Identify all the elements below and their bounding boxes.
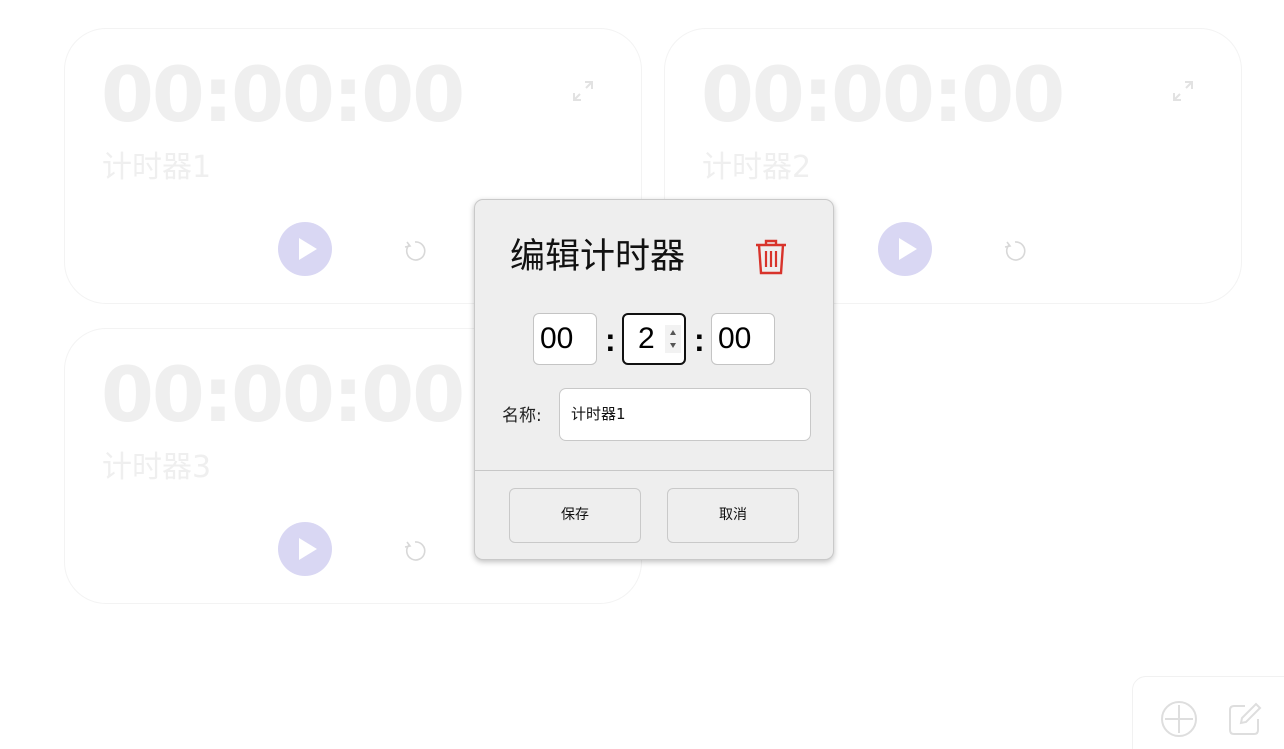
dialog-title: 编辑计时器 [510, 237, 686, 277]
time-separator: : [605, 322, 616, 358]
timer-app: 00:00:00 计时器1 00:00:00 计时器2 00:00:00 计时器… [0, 0, 1284, 749]
save-button[interactable]: 保存 [509, 488, 641, 543]
seconds-input[interactable]: 00 [711, 313, 775, 365]
play-button[interactable] [278, 222, 332, 276]
trash-icon[interactable] [753, 238, 789, 276]
name-label: 名称: [502, 406, 542, 426]
edit-icon[interactable] [1225, 699, 1265, 739]
timer-name: 计时器1 [102, 150, 212, 185]
timer-display: 00:00:00 [101, 50, 465, 139]
dialog-divider [475, 470, 833, 471]
timer-name: 计时器2 [702, 150, 812, 185]
timer-display: 00:00:00 [701, 50, 1065, 139]
toolbar-dock [1132, 676, 1284, 749]
reset-icon[interactable] [403, 239, 427, 263]
edit-timer-dialog: 编辑计时器 00 : 2 : 00 名称: 计时器1 保存 取消 [474, 199, 834, 560]
timer-name: 计时器3 [102, 450, 212, 485]
expand-icon[interactable] [571, 79, 595, 103]
add-icon[interactable] [1159, 699, 1199, 739]
hours-input[interactable]: 00 [533, 313, 597, 365]
minutes-input[interactable]: 2 [622, 313, 686, 365]
minutes-stepper[interactable] [665, 325, 681, 353]
name-input[interactable]: 计时器1 [559, 388, 811, 441]
cancel-button[interactable]: 取消 [667, 488, 799, 543]
time-separator: : [694, 322, 705, 358]
timer-display: 00:00:00 [101, 350, 465, 439]
play-button[interactable] [278, 522, 332, 576]
play-button[interactable] [878, 222, 932, 276]
expand-icon[interactable] [1171, 79, 1195, 103]
reset-icon[interactable] [403, 539, 427, 563]
minutes-value: 2 [638, 322, 655, 355]
reset-icon[interactable] [1003, 239, 1027, 263]
